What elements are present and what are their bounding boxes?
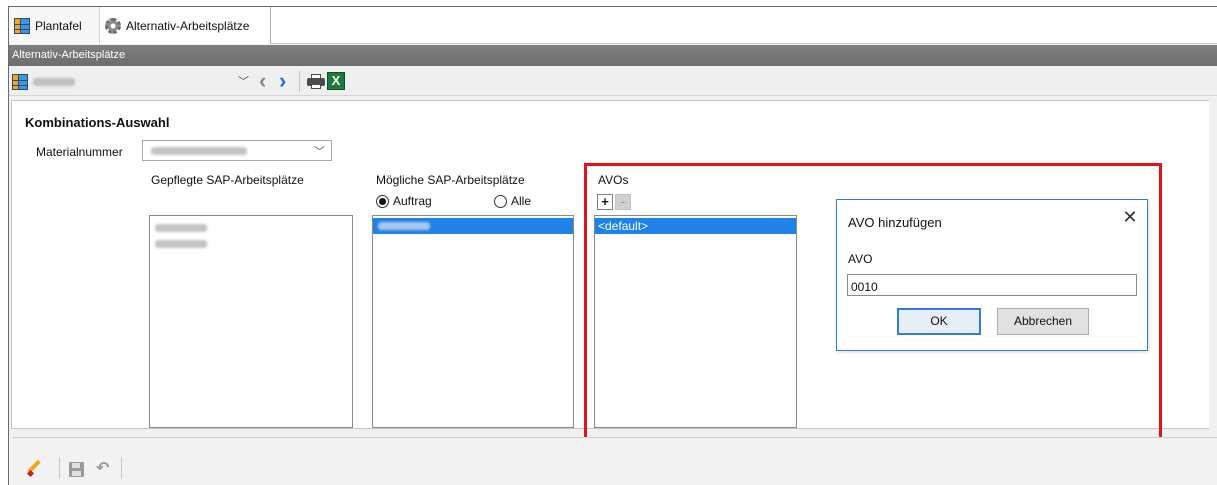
plantafel-icon <box>14 17 30 34</box>
materialnummer-dropdown[interactable]: ﹀ <box>142 140 332 161</box>
toolbar-separator <box>59 457 60 479</box>
radio-alle-dot <box>494 194 507 208</box>
redacted-item <box>378 222 430 230</box>
list-item[interactable] <box>150 220 352 236</box>
moegliche-list[interactable] <box>372 215 574 428</box>
moegliche-label: Mögliche SAP-Arbeitsplätze <box>376 173 525 187</box>
tab-plantafel[interactable]: Plantafel <box>9 7 100 44</box>
previous-button[interactable]: ‹ <box>259 69 266 93</box>
redacted-item <box>155 240 207 248</box>
redacted-item <box>155 224 207 232</box>
list-item[interactable] <box>373 218 573 234</box>
toolbar-separator <box>299 71 300 92</box>
radio-auftrag[interactable]: Auftrag <box>376 194 432 208</box>
radio-alle-label: Alle <box>511 194 532 208</box>
pencil-icon[interactable] <box>26 459 42 478</box>
radio-auftrag-label: Auftrag <box>393 194 432 208</box>
section-title: Kombinations-Auswahl <box>25 115 170 130</box>
gear-icon <box>105 17 121 34</box>
window-title-bar: Alternativ-Arbeitsplätze <box>9 45 1217 66</box>
redacted-selector-value <box>33 77 75 86</box>
plantafel-icon <box>12 73 28 90</box>
tab-strip: Plantafel Alternativ-Arbeitsplätze <box>9 7 1217 44</box>
radio-auftrag-dot <box>376 194 389 208</box>
redacted-material-value <box>151 147 247 155</box>
bottom-toolbar <box>12 437 1217 485</box>
next-button[interactable]: › <box>279 69 286 93</box>
materialnummer-label: Materialnummer <box>36 145 123 159</box>
plantafel-selector[interactable]: ﹀ <box>12 72 254 91</box>
highlight-frame <box>584 163 1162 463</box>
tab-alternativ-arbeitsplaetze[interactable]: Alternativ-Arbeitsplätze <box>100 7 271 44</box>
excel-export-icon[interactable]: X <box>327 72 345 90</box>
print-icon[interactable] <box>307 74 325 89</box>
toolbar-separator <box>121 457 122 479</box>
tab-alternativ-label: Alternativ-Arbeitsplätze <box>126 18 250 33</box>
gepflegte-label: Gepflegte SAP-Arbeitsplätze <box>151 173 304 187</box>
radio-alle[interactable]: Alle <box>494 194 531 208</box>
save-icon[interactable] <box>69 462 84 477</box>
tab-plantafel-label: Plantafel <box>35 18 82 33</box>
gepflegte-list[interactable] <box>149 215 353 428</box>
chevron-down-icon: ﹀ <box>238 76 249 88</box>
undo-icon[interactable]: ↶ <box>96 461 112 477</box>
list-item[interactable] <box>150 236 352 252</box>
top-toolbar: ﹀ ‹ › X <box>9 67 1217 96</box>
window-title: Alternativ-Arbeitsplätze <box>12 49 126 61</box>
chevron-down-icon: ﹀ <box>314 146 325 158</box>
